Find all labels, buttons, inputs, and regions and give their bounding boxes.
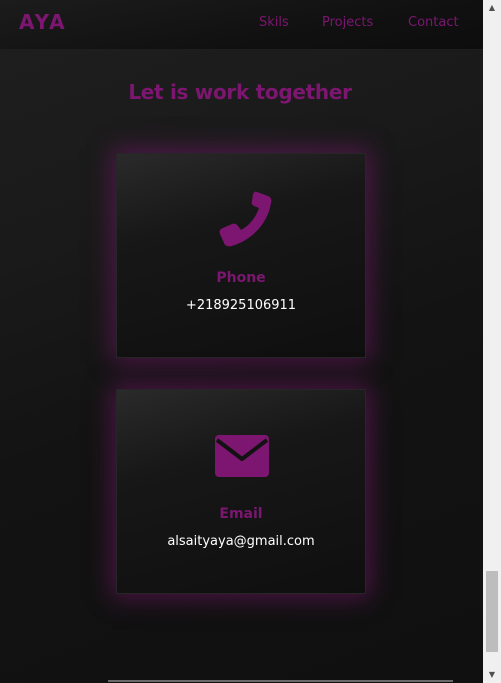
page: AYA Skils Projects Contact Let is work t… bbox=[0, 0, 483, 683]
phone-number[interactable]: +218925106911 bbox=[117, 298, 365, 313]
nav-link-projects[interactable]: Projects bbox=[322, 15, 373, 30]
horizontal-scroll-indicator bbox=[108, 680, 453, 682]
phone-label: Phone bbox=[216, 270, 266, 286]
scroll-down-arrow-icon[interactable]: ▼ bbox=[483, 667, 501, 683]
nav-link-contact[interactable]: Contact bbox=[408, 15, 459, 30]
email-label: Email bbox=[219, 506, 263, 522]
email-card: Email alsaityaya@gmail.com bbox=[116, 389, 366, 594]
envelope-icon bbox=[215, 435, 269, 477]
nav-link-skills[interactable]: Skils bbox=[259, 15, 289, 30]
email-address[interactable]: alsaityaya@gmail.com bbox=[117, 534, 365, 549]
scrollbar-thumb[interactable] bbox=[486, 571, 498, 652]
section-title: Let is work together bbox=[128, 80, 352, 104]
logo[interactable]: AYA bbox=[19, 10, 67, 34]
phone-card: Phone +218925106911 bbox=[116, 153, 366, 358]
scroll-up-arrow-icon[interactable]: ▲ bbox=[483, 0, 501, 16]
phone-icon bbox=[219, 191, 272, 247]
navbar: AYA Skils Projects Contact bbox=[0, 0, 483, 50]
vertical-scrollbar[interactable]: ▲ ▼ bbox=[483, 0, 501, 683]
